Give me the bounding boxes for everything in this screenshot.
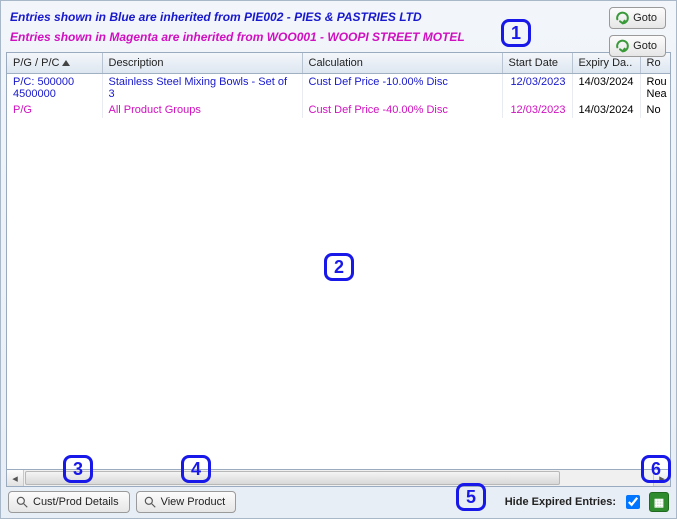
scroll-right-arrow[interactable]: ▸ <box>653 470 670 486</box>
cell-description: All Product Groups <box>102 102 302 118</box>
header-right-buttons: Goto Goto <box>609 7 666 57</box>
goto-button-label: Goto <box>633 40 657 52</box>
cell-pgpc: P/G <box>7 102 102 118</box>
cell-start-date: 12/03/2023 <box>502 74 572 103</box>
magnifier-icon <box>143 495 157 509</box>
magnifier-icon <box>15 495 29 509</box>
cust-prod-details-button[interactable]: Cust/Prod Details <box>8 491 130 513</box>
cell-calculation: Cust Def Price -40.00% Disc <box>302 102 502 118</box>
hide-expired-label: Hide Expired Entries: <box>505 496 616 508</box>
goto-arrow-icon <box>614 38 630 54</box>
inherited-magenta-info: Entries shown in Magenta are inherited f… <box>10 28 667 48</box>
cust-prod-details-label: Cust/Prod Details <box>33 496 119 508</box>
col-header-description[interactable]: Description <box>102 53 302 74</box>
inherited-blue-info: Entries shown in Blue are inherited from… <box>10 8 667 28</box>
cell-description: Stainless Steel Mixing Bowls - Set of 3 <box>102 74 302 103</box>
table-row[interactable]: P/C: 5000004500000 Stainless Steel Mixin… <box>7 74 671 103</box>
horizontal-scrollbar[interactable]: ◂ ▸ <box>6 470 671 487</box>
cell-expiry-date: 14/03/2024 <box>572 74 640 103</box>
cell-rounding: Rou Nea <box>640 74 671 103</box>
scroll-left-arrow[interactable]: ◂ <box>7 470 24 486</box>
goto-button-magenta[interactable]: Goto <box>609 35 666 57</box>
view-product-button[interactable]: View Product <box>136 491 237 513</box>
pricing-table: P/G / P/C Description Calculation Start … <box>7 53 671 118</box>
header-area: Entries shown in Blue are inherited from… <box>4 4 673 50</box>
goto-button-blue[interactable]: Goto <box>609 7 666 29</box>
footer-bar: Cust/Prod Details View Product Hide Expi… <box>4 487 673 515</box>
excel-icon: ▦ <box>654 496 664 509</box>
cell-rounding: No <box>640 102 671 118</box>
export-excel-button[interactable]: ▦ <box>649 492 669 512</box>
cell-expiry-date: 14/03/2024 <box>572 102 640 118</box>
pricing-table-container: P/G / P/C Description Calculation Start … <box>6 52 671 470</box>
col-header-start-date[interactable]: Start Date <box>502 53 572 74</box>
col-header-calculation[interactable]: Calculation <box>302 53 502 74</box>
scroll-thumb[interactable] <box>25 471 560 485</box>
cell-pgpc: P/C: 5000004500000 <box>7 74 102 103</box>
goto-arrow-icon <box>614 10 630 26</box>
sort-asc-icon <box>62 60 70 66</box>
col-header-pgpc[interactable]: P/G / P/C <box>7 53 102 74</box>
table-header-row: P/G / P/C Description Calculation Start … <box>7 53 671 74</box>
cell-start-date: 12/03/2023 <box>502 102 572 118</box>
table-row[interactable]: P/G All Product Groups Cust Def Price -4… <box>7 102 671 118</box>
goto-button-label: Goto <box>633 12 657 24</box>
cell-calculation: Cust Def Price -10.00% Disc <box>302 74 502 103</box>
pricing-inheritance-panel: Entries shown in Blue are inherited from… <box>0 0 677 519</box>
hide-expired-checkbox[interactable] <box>626 495 640 509</box>
view-product-label: View Product <box>161 496 226 508</box>
